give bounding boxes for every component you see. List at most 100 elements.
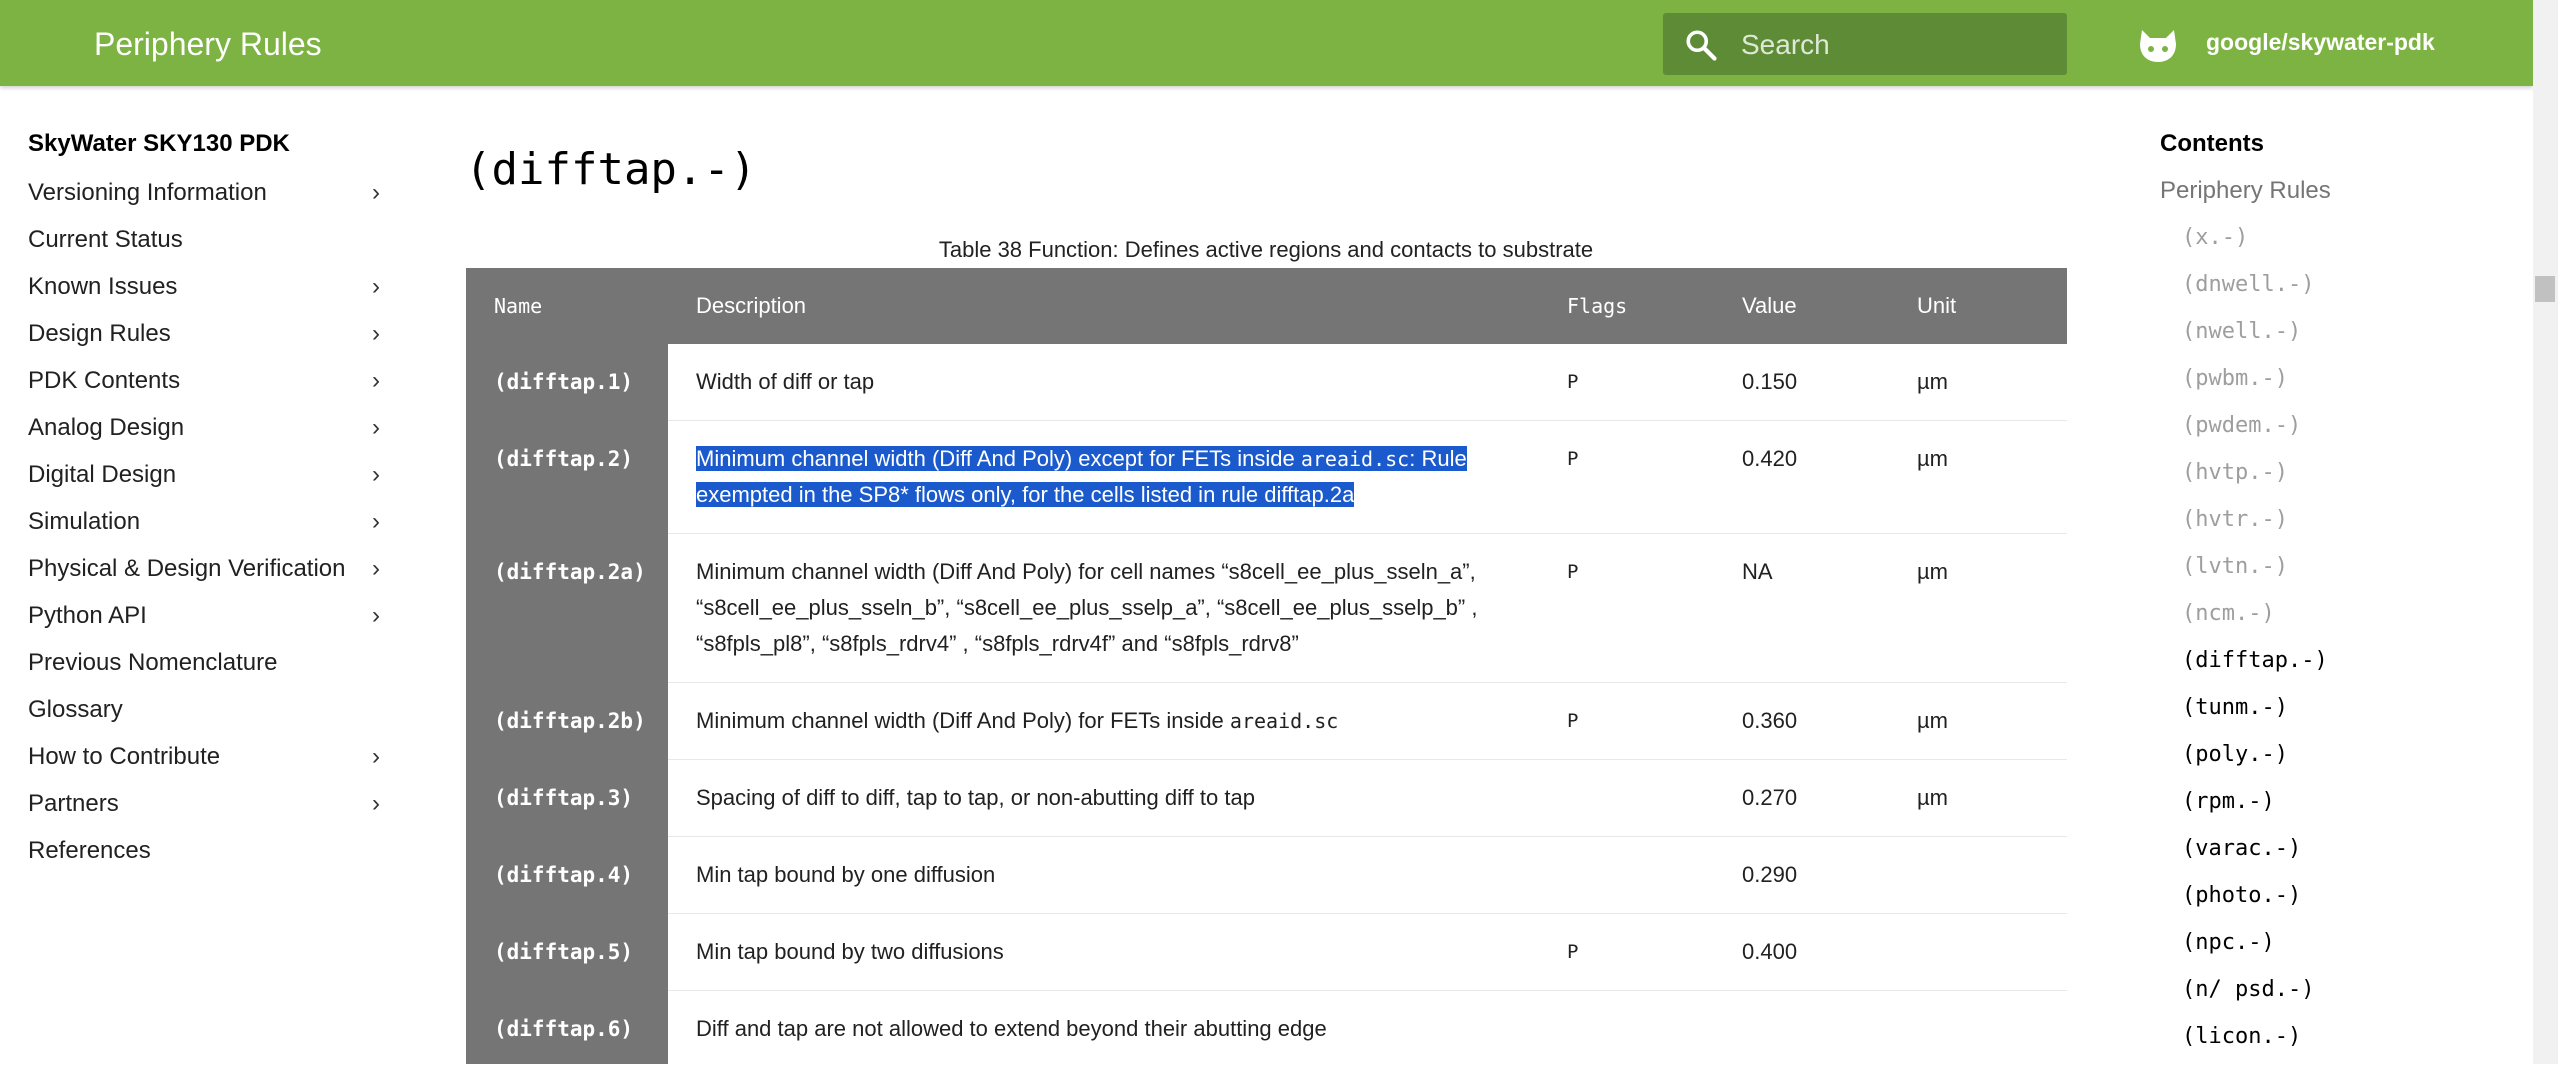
search-box[interactable] (1663, 13, 2067, 75)
sidebar-item[interactable]: Python API › (28, 596, 398, 643)
table-row: (difftap.5) Min tap bound by two diffusio… (466, 913, 2067, 991)
toc-item[interactable]: (n/ psd.-) (2182, 972, 2520, 1019)
toc-item[interactable]: (x.-) (2182, 220, 2520, 267)
sidebar-item[interactable]: Design Rules › (28, 314, 398, 361)
chevron-right-icon[interactable]: › (372, 173, 380, 213)
sidebar-item[interactable]: Versioning Information › (28, 173, 398, 220)
sidebar-item-label: Glossary (28, 696, 123, 723)
rule-flags-cell: P (1539, 533, 1714, 683)
top-header-bar: Periphery Rules google/skywater-pdk (0, 0, 2533, 86)
sidebar-item-label: Design Rules (28, 320, 171, 347)
sidebar-item[interactable]: PDK Contents › (28, 361, 398, 408)
search-input[interactable] (1739, 21, 2053, 69)
sidebar-item[interactable]: Simulation › (28, 502, 398, 549)
inline-code: areaid.sc (1300, 447, 1410, 471)
sidebar-item[interactable]: Analog Design › (28, 408, 398, 455)
rules-table-container: Name Description Flags Value Unit (difft… (466, 268, 2067, 1064)
sidebar-item[interactable]: References (28, 831, 398, 878)
sidebar-item-label: Known Issues (28, 273, 178, 300)
rule-value-cell: 0.360 (1714, 682, 1889, 760)
sidebar-item-label: Current Status (28, 226, 183, 253)
rule-flags-cell: P (1539, 682, 1714, 760)
sidebar-item[interactable]: Glossary (28, 690, 398, 737)
toc-item[interactable]: (dnwell.-) (2182, 267, 2520, 314)
toc-item[interactable]: (varac.-) (2182, 831, 2520, 878)
table-row: (difftap.6) Diff and tap are not allowed … (466, 990, 2067, 1064)
repo-label: google/skywater-pdk (2206, 29, 2435, 55)
toc-item[interactable]: (hvtr.-) (2182, 502, 2520, 549)
col-header-flags: Flags (1539, 268, 1714, 344)
table-of-contents: Contents Periphery Rules (x.-) (dnwell.-)… (2160, 126, 2520, 1066)
sidebar-item[interactable]: Known Issues › (28, 267, 398, 314)
rule-description-cell: Width of diff or tap (668, 344, 1539, 421)
sidebar-item[interactable]: How to Contribute › (28, 737, 398, 784)
chevron-right-icon[interactable]: › (372, 314, 380, 354)
col-header-unit: Unit (1889, 268, 2067, 344)
table-row: (difftap.3) Spacing of diff to diff, tap … (466, 759, 2067, 837)
sidebar-item[interactable]: Current Status (28, 220, 398, 267)
site-title[interactable]: SkyWater SKY130 PDK (28, 126, 398, 173)
selected-text-highlight: Minimum channel width (Diff And Poly) ex… (696, 446, 1467, 507)
github-icon (2140, 30, 2176, 62)
chevron-right-icon[interactable]: › (372, 408, 380, 448)
toc-item[interactable]: (nwell.-) (2182, 314, 2520, 361)
chevron-right-icon[interactable]: › (372, 455, 380, 495)
rule-unit-cell: µm (1889, 759, 2067, 837)
toc-item[interactable]: (photo.-) (2182, 878, 2520, 925)
toc-item[interactable]: (difftap.-) (2182, 643, 2520, 690)
sidebar-item[interactable]: Physical & Design Verification › (28, 549, 398, 596)
chevron-right-icon[interactable]: › (372, 361, 380, 401)
toc-item[interactable]: (lvtn.-) (2182, 549, 2520, 596)
rule-value-cell (1714, 990, 1889, 1064)
section-heading: (difftap.-) (465, 144, 757, 195)
page-scrollbar-thumb[interactable] (2535, 276, 2555, 302)
chevron-right-icon[interactable]: › (372, 737, 380, 777)
sidebar-item-label: Simulation (28, 508, 141, 535)
rule-description-cell: Minimum channel width (Diff And Poly) ex… (668, 420, 1539, 534)
rule-flags-cell (1539, 759, 1714, 837)
toc-item[interactable]: (ncm.-) (2182, 596, 2520, 643)
toc-item[interactable]: (tunm.-) (2182, 690, 2520, 737)
rule-description-cell: Spacing of diff to diff, tap to tap, or … (668, 759, 1539, 837)
rule-flags-cell: P (1539, 913, 1714, 991)
sidebar-item-label: Digital Design (28, 461, 177, 488)
rule-description-cell: Minimum channel width (Diff And Poly) fo… (668, 682, 1539, 760)
rule-flags-cell: P (1539, 344, 1714, 421)
toc-item[interactable]: (licon.-) (2182, 1019, 2520, 1066)
description-text-part: Minimum channel width (Diff And Poly) fo… (696, 708, 1230, 733)
rule-description-cell: Minimum channel width (Diff And Poly) fo… (668, 533, 1539, 683)
chevron-right-icon[interactable]: › (372, 502, 380, 542)
toc-item[interactable]: (hvtp.-) (2182, 455, 2520, 502)
toc-item[interactable]: (pwdem.-) (2182, 408, 2520, 455)
sidebar-item[interactable]: Partners › (28, 784, 398, 831)
rule-description-cell: Min tap bound by two diffusions (668, 913, 1539, 991)
col-header-value: Value (1714, 268, 1889, 344)
page-scrollbar-track[interactable] (2533, 0, 2558, 1064)
sidebar-item-label: PDK Contents (28, 367, 181, 394)
sidebar-item[interactable]: Previous Nomenclature (28, 643, 398, 690)
toc-item[interactable]: (rpm.-) (2182, 784, 2520, 831)
chevron-right-icon[interactable]: › (372, 267, 380, 307)
toc-item[interactable]: (poly.-) (2182, 737, 2520, 784)
rule-name-cell: (difftap.2a) (466, 533, 668, 683)
table-row: (difftap.2) Minimum channel width (Diff A… (466, 420, 2067, 534)
chevron-right-icon[interactable]: › (372, 784, 380, 824)
table-caption: Table 38 Function: Defines active region… (938, 237, 1594, 262)
sidebar-nav: SkyWater SKY130 PDK Versioning Informati… (28, 126, 398, 878)
rule-name-cell: (difftap.6) (466, 990, 668, 1064)
rule-description-cell: Diff and tap are not allowed to extend b… (668, 990, 1539, 1064)
rule-flags-cell: P (1539, 420, 1714, 534)
toc-item[interactable]: (pwbm.-) (2182, 361, 2520, 408)
toc-item[interactable]: (npc.-) (2182, 925, 2520, 972)
search-icon (1686, 30, 1717, 61)
rule-value-cell: 0.420 (1714, 420, 1889, 534)
toc-section-link[interactable]: Periphery Rules (2160, 173, 2520, 220)
rule-unit-cell (1889, 990, 2067, 1064)
sidebar-item-label: Analog Design (28, 414, 185, 441)
page-title-header: Periphery Rules (94, 26, 322, 62)
chevron-right-icon[interactable]: › (372, 549, 380, 589)
chevron-right-icon[interactable]: › (372, 596, 380, 636)
sidebar-item[interactable]: Digital Design › (28, 455, 398, 502)
sidebar-item-label: How to Contribute (28, 743, 221, 770)
rule-unit-cell (1889, 836, 2067, 914)
